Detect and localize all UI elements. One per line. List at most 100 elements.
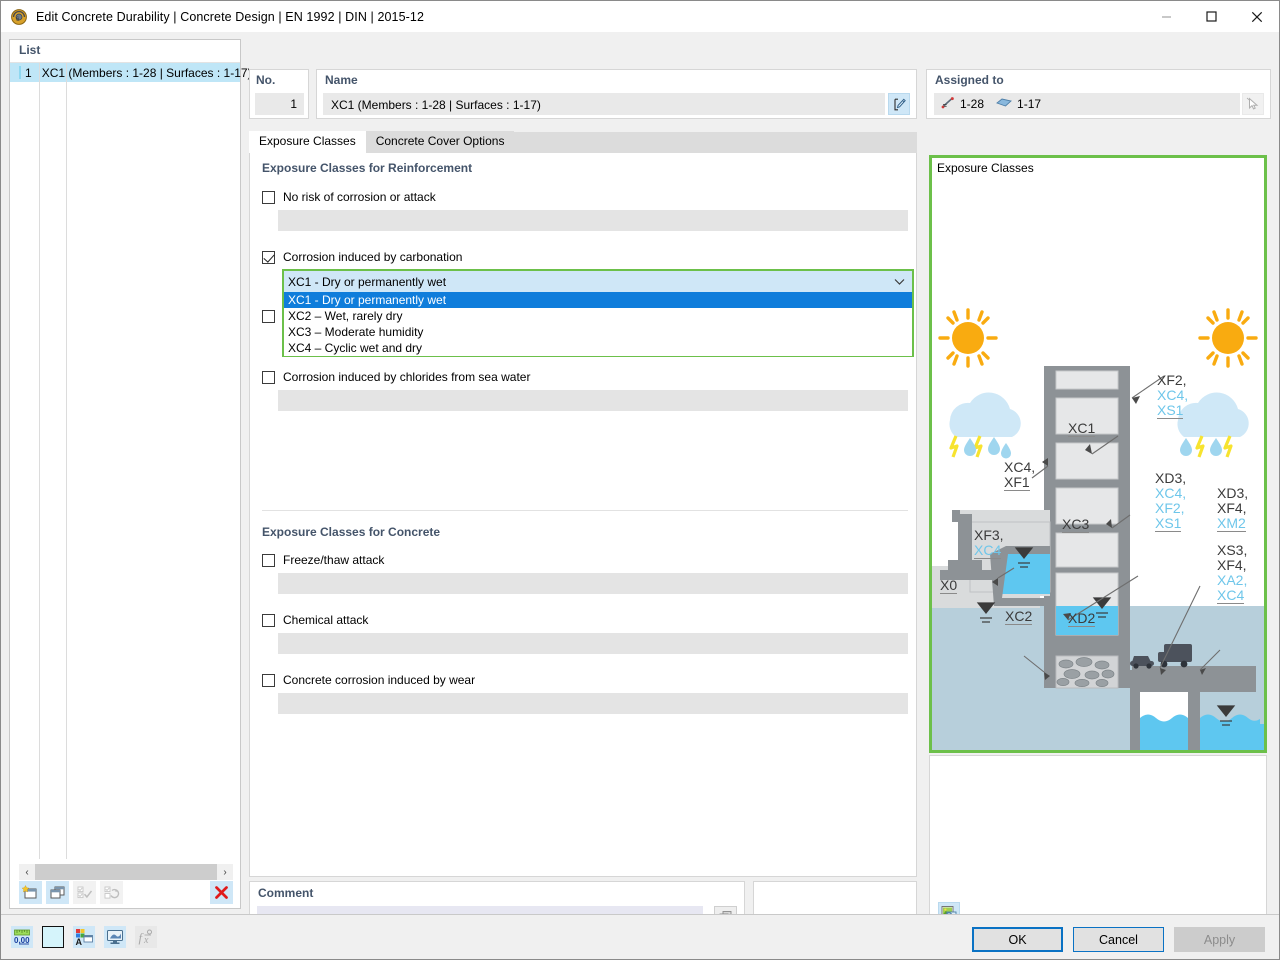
field-wear (278, 693, 908, 714)
checkbox-row-wear[interactable]: Concrete corrosion induced by wear (262, 673, 475, 687)
checkbox-chemical-attack[interactable] (262, 613, 275, 627)
name-panel: Name XC1 (Members : 1-28 | Surfaces : 1-… (316, 69, 917, 119)
checkbox-label-chemical-attack: Chemical attack (283, 613, 369, 627)
list-horizontal-scrollbar[interactable]: ‹ › (19, 864, 233, 880)
cancel-button[interactable]: Cancel (1073, 927, 1164, 952)
scroll-right-icon[interactable]: › (217, 864, 233, 880)
window-title: Edit Concrete Durability | Concrete Desi… (36, 9, 425, 24)
checkbox-row-freeze-thaw[interactable]: Freeze/thaw attack (262, 553, 384, 567)
sun-right-icon (1198, 308, 1258, 368)
diagram-label-xc2: XC2 (1005, 608, 1033, 625)
status-bar-icons: 0,00 A f x (11, 926, 157, 948)
dialog-window: 6 Edit Concrete Durability | Concrete De… (0, 0, 1280, 960)
delete-item-button[interactable] (210, 881, 233, 904)
field-sea-water (278, 390, 908, 411)
list-panel: List 1 XC1 (Members : 1-28 | Surfaces : … (9, 39, 252, 909)
name-input[interactable]: XC1 (Members : 1-28 | Surfaces : 1-17) (323, 93, 885, 115)
scroll-left-icon[interactable]: ‹ (19, 864, 35, 880)
checkbox-row-chemical-attack[interactable]: Chemical attack (262, 613, 368, 627)
combobox-option-xc1[interactable]: XC1 - Dry or permanently wet (284, 292, 912, 308)
checkbox-wear[interactable] (262, 673, 275, 687)
checkbox-label-freeze-thaw: Freeze/thaw attack (283, 553, 385, 567)
diagram-label-xc1: XC1 (1068, 420, 1096, 437)
app-icon: 6 (10, 8, 28, 26)
list-item[interactable]: 1 XC1 (Members : 1-28 | Surfaces : 1-17) (10, 63, 252, 82)
assigned-to-panel: Assigned to 1-28 1-17 (926, 69, 1271, 119)
invert-selection-button[interactable] (100, 881, 123, 904)
checkbox-label-carbonation: Corrosion induced by carbonation (283, 250, 463, 264)
chevron-down-icon[interactable] (894, 275, 905, 289)
ok-button[interactable]: OK (972, 927, 1063, 952)
exposure-classes-panel: Exposure Classes for Reinforcement No ri… (249, 153, 917, 877)
select-all-button[interactable] (73, 881, 96, 904)
tab-concrete-cover-options[interactable]: Concrete Cover Options (365, 131, 515, 153)
assigned-to-field[interactable]: 1-28 1-17 (934, 93, 1240, 115)
checkbox-carbonation[interactable] (262, 250, 275, 264)
status-bar: 0,00 A f x OK Cancel Apply (1, 914, 1279, 959)
combobox-option-xc4[interactable]: XC4 – Cyclic wet and dry (284, 340, 912, 356)
number-label: No. (256, 73, 276, 87)
dialog-buttons: OK Cancel Apply (972, 927, 1265, 952)
sun-left-icon (938, 308, 998, 368)
diagram-label-x0: X0 (940, 577, 958, 594)
scrollbar-thumb[interactable] (35, 864, 217, 880)
diagram-label-xd3-xf4-xm2: XD3, XF4, XM2 (1217, 485, 1249, 532)
apply-button[interactable]: Apply (1174, 927, 1265, 952)
checkbox-row-chlorides[interactable] (262, 310, 275, 323)
list-item-number: 1 (25, 65, 32, 80)
monitor-icon[interactable] (104, 926, 126, 948)
pencil-edit-icon[interactable] (888, 93, 910, 115)
checkbox-row-sea-water[interactable]: Corrosion induced by chlorides from sea … (262, 370, 530, 384)
ruler-000-icon[interactable]: 0,00 (11, 926, 33, 948)
checkbox-row-no-risk[interactable]: No risk of corrosion or attack (262, 190, 436, 204)
checkbox-row-carbonation[interactable]: Corrosion induced by carbonation (262, 250, 462, 264)
checkbox-chlorides[interactable] (262, 310, 275, 323)
checkbox-sea-water[interactable] (262, 370, 275, 384)
combobox-option-list[interactable]: XC1 - Dry or permanently wet XC2 – Wet, … (284, 292, 912, 356)
new-item-button[interactable] (19, 881, 42, 904)
concrete-section-title: Exposure Classes for Concrete (262, 525, 441, 539)
exposure-classes-diagram (932, 308, 1264, 750)
checkbox-no-risk[interactable] (262, 190, 275, 204)
maximize-button[interactable] (1189, 1, 1234, 32)
minimize-button[interactable] (1144, 1, 1189, 32)
checkbox-label-no-risk: No risk of corrosion or attack (283, 190, 436, 204)
fx-icon[interactable]: f x (135, 926, 157, 948)
exposure-classes-diagram-panel: Exposure Classes XF2, XC4, XS1 XC1 XC4, … (929, 155, 1267, 753)
field-freeze-thaw (278, 573, 908, 594)
checkbox-label-sea-water: Corrosion induced by chlorides from sea … (283, 370, 531, 384)
svg-text:A: A (76, 937, 83, 946)
comment-label: Comment (258, 886, 314, 900)
copy-item-button[interactable] (46, 881, 69, 904)
diagram-tools-panel (929, 755, 1267, 933)
number-panel: No. 1 (249, 69, 309, 119)
section-divider (262, 510, 908, 511)
color-swatch-icon[interactable] (42, 926, 64, 948)
checkbox-label-wear: Concrete corrosion induced by wear (283, 673, 476, 687)
close-button[interactable] (1234, 1, 1279, 32)
member-icon (941, 96, 955, 112)
exposure-class-combobox[interactable]: XC1 - Dry or permanently wet XC1 - Dry o… (282, 269, 914, 357)
surface-icon (996, 97, 1012, 111)
list-toolbar (19, 881, 233, 904)
reinforcement-section-title: Exposure Classes for Reinforcement (262, 161, 473, 175)
scrollbar-track[interactable] (35, 864, 217, 880)
font-color-icon[interactable]: A (73, 926, 95, 948)
diagram-label-xc3: XC3 (1062, 516, 1090, 533)
pick-cursor-icon[interactable] (1242, 93, 1264, 115)
assigned-to-label: Assigned to (935, 73, 1004, 87)
combobox-selected-value-row[interactable]: XC1 - Dry or permanently wet (284, 271, 912, 292)
list-item-label: XC1 (Members : 1-28 | Surfaces : 1-17) (41, 65, 252, 80)
list-panel-label: List (10, 40, 240, 61)
combobox-option-xc3[interactable]: XC3 – Moderate humidity (284, 324, 912, 340)
tab-exposure-classes[interactable]: Exposure Classes (249, 131, 366, 153)
cloud-rain-right-icon (1177, 392, 1249, 458)
checkbox-freeze-thaw[interactable] (262, 553, 275, 567)
tab-bar: Exposure Classes Concrete Cover Options (249, 131, 917, 153)
diagram-label-xd2: XD2 (1068, 610, 1096, 627)
combobox-option-xc2[interactable]: XC2 – Wet, rarely dry (284, 308, 912, 324)
number-field[interactable]: 1 (255, 93, 304, 115)
assigned-members-value: 1-28 (960, 97, 985, 111)
list-table: 1 XC1 (Members : 1-28 | Surfaces : 1-17) (10, 62, 252, 859)
title-bar: 6 Edit Concrete Durability | Concrete De… (1, 1, 1279, 32)
